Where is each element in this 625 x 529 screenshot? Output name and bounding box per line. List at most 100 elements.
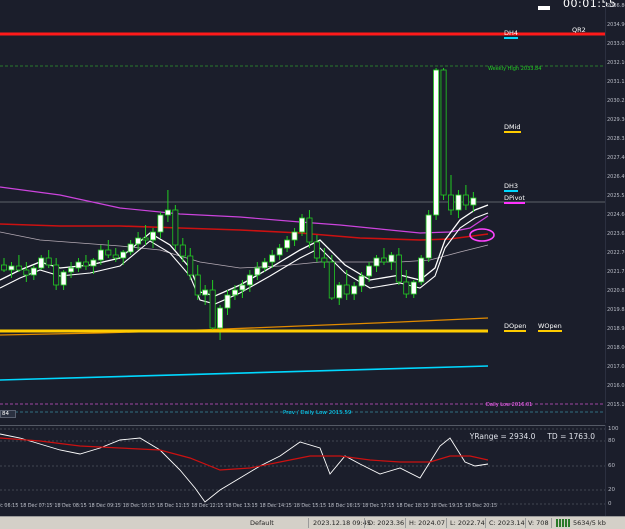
bear-candle [112,254,119,259]
bull-candle [224,294,231,309]
bull-candle [239,284,246,291]
bull-candle [30,267,37,276]
wopen-label: WOpen [538,322,562,332]
bear-candle [462,194,469,206]
bull-candle [336,284,343,299]
oscillator-red-line [0,437,489,471]
price-tick: 2033.05 [607,41,625,47]
clock-marker [538,6,550,10]
status-profile[interactable]: Default [250,519,274,527]
bull-candle [455,194,462,211]
bear-candle [447,194,454,211]
bear-candle [395,254,402,283]
bull-candle [202,289,209,296]
bull-candle [358,275,365,287]
bear-candle [209,289,216,329]
price-tick: 2018.95 [607,326,625,332]
bull-candle [231,289,238,296]
bull-candle [68,267,75,273]
bull-candle [38,257,45,269]
bull-candle [90,259,97,267]
time-tick: 18 Dec 08:15 [54,504,87,509]
bull-candle [60,271,67,286]
time-tick: 18 Dec 17:15 [362,504,395,509]
bear-candle [53,264,60,286]
bull-candle [470,197,477,206]
price-tick: 2036.80 [607,3,625,9]
oscillator-tick: 20 [608,487,615,493]
bear-candle [343,284,350,295]
price-axis[interactable]: 2036.80 2034.90 2033.05 2032.10 2031.15 2030.… [605,0,625,423]
status-separator [405,518,406,528]
oscillator-tick: 80 [608,438,615,444]
price-tick: 2015.10 [607,402,625,408]
dh4-label: DH4 [504,29,519,39]
time-tick: 18 Dec 18:15 [396,504,429,509]
oscillator-tick: 100 [608,426,619,432]
price-tick: 2028.35 [607,136,625,142]
price-tick: 2025.55 [607,193,625,199]
bull-candle [97,249,104,261]
bear-candle [194,274,201,296]
daily-low-label: Daily Low 2016.01 [486,402,533,408]
bull-candle [269,254,276,263]
status-volume: V: 708 [528,519,549,527]
time-tick: 18 Dec 09:15 [88,504,121,509]
bull-candle [433,69,440,216]
status-separator [525,518,526,528]
price-tick: 2018.00 [607,345,625,351]
time-tick: 18 Dec 11:15 [157,504,190,509]
time-tick: 18 Dec 15:15 [293,504,327,509]
time-tick: 18 Dec 07:15 [20,504,53,509]
bull-candle [425,214,432,259]
bull-candle [135,237,142,245]
bear-candle [328,261,335,299]
bull-candle [388,254,395,263]
bear-candle [403,281,410,295]
bear-candle [0,264,7,271]
time-tick: 18 Dec 14:15 [259,504,292,509]
bear-candle [172,209,179,246]
bear-candle [380,257,387,263]
bull-candle [120,251,127,259]
qr2-label: QR2 [572,26,586,34]
bull-candle [149,231,156,241]
bear-candle [142,237,149,241]
cyan-trend-line [0,365,489,381]
yrange-text: YRange = 2934.0 [469,432,536,441]
bull-candle [164,209,171,216]
bull-candle [254,267,261,276]
bull-candle [217,307,224,329]
bull-candle [284,239,291,249]
status-open: O: 2023.36 [368,519,405,527]
oscillator-axis[interactable]: 100 80 60 20 0 [605,425,625,516]
time-tick: 18 Dec 16:15 [328,504,361,509]
price-chart[interactable]: QR2 DH4 Weekly High 2033.84 DMid DH3 DPi… [0,0,616,423]
dh3-label: DH3 [504,182,519,192]
status-high: H: 2024.07 [409,519,446,527]
time-tick: 18 Dec 13:15 [225,504,258,509]
bear-candle [23,269,30,276]
price-tick: 2023.65 [607,231,625,237]
connection-bars-icon[interactable] [556,519,570,527]
price-tick: 2016.05 [607,383,625,389]
chart-canvas[interactable] [0,0,605,423]
status-separator [308,518,309,528]
oscillator-tick: 0 [608,501,612,507]
bull-candle [373,257,380,267]
bull-candle [351,285,358,295]
status-separator [364,518,365,528]
bull-candle [75,261,82,269]
bear-candle [440,69,447,196]
dmid-label: DMid [504,123,521,133]
bull-candle [418,257,425,283]
time-axis[interactable]: 18 Dec 06:1518 Dec 07:1518 Dec 08:1518 D… [0,504,605,516]
bear-candle [179,244,186,257]
bull-candle [157,214,164,233]
price-tick: 2032.10 [607,60,625,66]
left-price-tag: 84 [0,410,16,418]
dpivot-label: DPivot [504,194,525,204]
status-low: L: 2022.74 [450,519,485,527]
price-tick: 2021.75 [607,269,625,275]
time-tick: 18 Dec 10:15 [122,504,156,509]
